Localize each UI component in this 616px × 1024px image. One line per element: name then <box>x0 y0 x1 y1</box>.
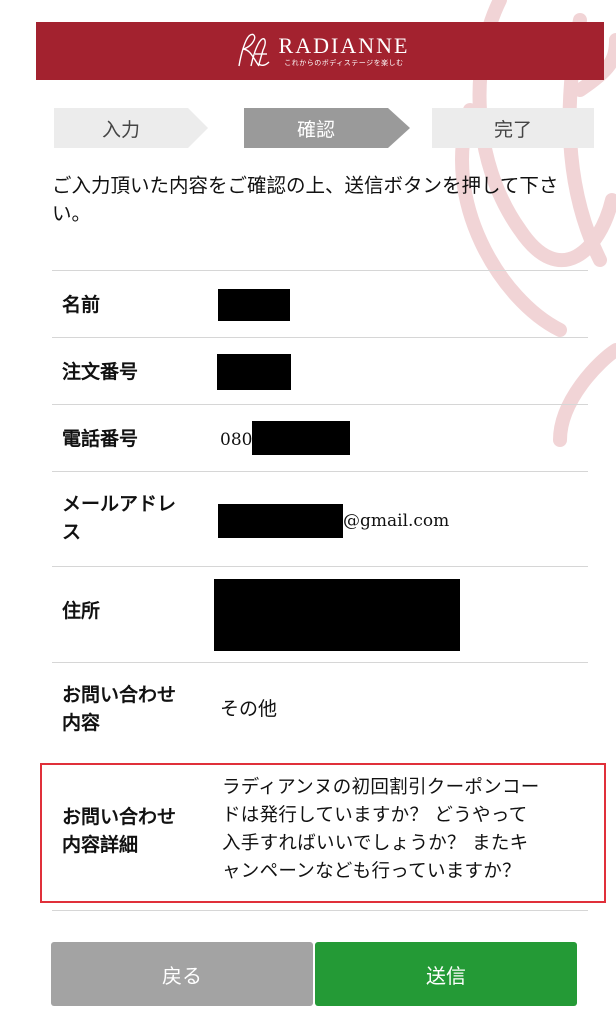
inquiry-type-label-line1: お問い合わせ <box>62 684 177 706</box>
confirmation-page: RADIANNE これからのボディステージを楽しむ 入力 確認 完了 ご入力頂い… <box>0 0 616 1024</box>
progress-steps: 入力 確認 完了 <box>54 108 594 148</box>
step-input: 入力 <box>54 108 208 148</box>
brand-tagline: これからのボディステージを楽しむ <box>284 58 404 67</box>
order-number-label: 注文番号 <box>62 361 139 383</box>
address-label: 住所 <box>62 600 101 622</box>
inquiry-detail-line: ドは発行していますか？ どうやって <box>222 805 528 826</box>
email-label: メールアドレ ス <box>62 490 202 546</box>
row-address: 住所 <box>52 566 588 663</box>
row-phone: 電話番号 080 <box>52 404 588 472</box>
inquiry-detail-line: 入手すればいいでしょうか？ またキ <box>222 833 529 854</box>
phone-label: 電話番号 <box>62 428 139 450</box>
step-complete-label: 完了 <box>493 118 532 141</box>
intro-text: ご入力頂いた内容をご確認の上、送信ボタンを押して下さい。 <box>52 174 559 225</box>
brand-logo[interactable]: RADIANNE これからのボディステージを楽しむ <box>231 28 410 74</box>
inquiry-type-label-line2: 内容 <box>62 712 101 734</box>
row-inquiry-type: お問い合わせ 内容 その他 <box>52 662 588 759</box>
step-complete: 完了 <box>432 108 594 148</box>
inquiry-detail-label: お問い合わせ 内容詳細 <box>62 803 202 859</box>
name-label: 名前 <box>62 294 101 316</box>
email-label-line1: メールアドレ <box>62 493 177 515</box>
row-order-number: 注文番号 <box>52 337 588 405</box>
radianne-monogram-icon <box>237 33 270 67</box>
brand-name: RADIANNE <box>278 32 410 58</box>
inquiry-detail-line: ラディアンヌの初回割引クーポンコー <box>222 777 540 798</box>
redacted-name <box>218 289 290 321</box>
step-confirm: 確認 <box>244 108 410 148</box>
step-input-label: 入力 <box>101 118 140 141</box>
inquiry-detail-value: ラディアンヌの初回割引クーポンコー ドは発行していますか？ どうやって 入手すれ… <box>222 774 582 886</box>
redacted-address <box>214 579 460 651</box>
redacted-order-number <box>217 354 291 390</box>
row-email: メールアドレ ス @gmail.com <box>52 471 588 567</box>
phone-prefix: 080 <box>220 430 253 450</box>
inquiry-detail-line: ャンペーンなども行っていますか？ <box>222 861 521 882</box>
table-bottom-divider <box>52 910 588 911</box>
send-button[interactable]: 送信 <box>315 942 577 1006</box>
step-confirm-label: 確認 <box>296 118 335 141</box>
inquiry-type-label: お問い合わせ 内容 <box>62 681 202 737</box>
email-label-line2: ス <box>62 521 82 543</box>
site-header: RADIANNE これからのボディステージを楽しむ <box>36 22 604 80</box>
row-name: 名前 <box>52 270 588 338</box>
email-suffix: @gmail.com <box>343 511 450 531</box>
redacted-phone <box>252 421 350 455</box>
back-button[interactable]: 戻る <box>51 942 313 1006</box>
inquiry-detail-label-line2: 内容詳細 <box>62 834 139 856</box>
inquiry-type-value: その他 <box>220 698 278 720</box>
redacted-email <box>218 504 343 538</box>
inquiry-detail-label-line1: お問い合わせ <box>62 806 177 828</box>
